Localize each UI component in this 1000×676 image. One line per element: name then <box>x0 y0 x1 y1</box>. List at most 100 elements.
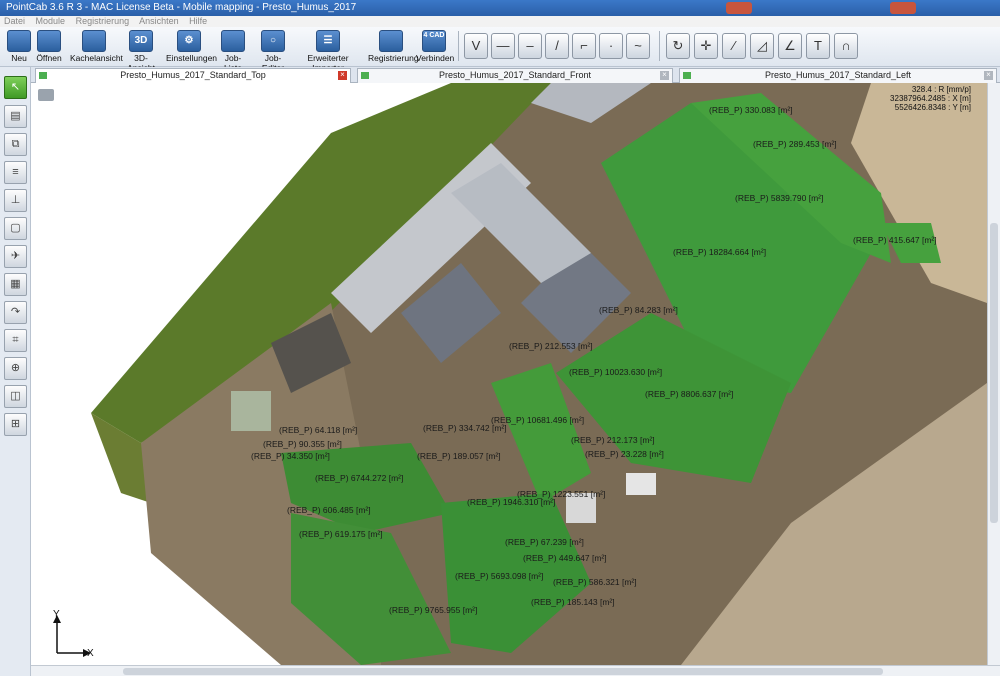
open-button[interactable]: Öffnen <box>36 30 62 66</box>
job-list-icon <box>221 30 245 52</box>
3d-view-button[interactable]: 3D3D-Ansicht <box>122 30 160 73</box>
tile-view-icon <box>82 30 106 52</box>
view-status-icon <box>683 72 691 79</box>
tile-view-button[interactable]: Kachelansicht <box>70 30 123 66</box>
tab-top-view[interactable]: Presto_Humus_2017_Standard_Top × <box>35 68 351 83</box>
menu-bar: Datei Module Registrierung Ansichten Hil… <box>0 16 1000 27</box>
diagonal-tool-icon[interactable]: / <box>545 33 569 59</box>
area-label[interactable]: (REB_P) 330.083 [m²] <box>709 105 793 115</box>
area-label[interactable]: (REB_P) 289.453 [m²] <box>753 139 837 149</box>
area-label[interactable]: (REB_P) 5839.790 [m²] <box>735 193 823 203</box>
coordinate-readout: 328.4 : R [mm/p] 32387964.2485 : X [m] 5… <box>890 85 971 112</box>
menu-ansichten[interactable]: Ansichten <box>139 16 179 26</box>
text-tool-icon[interactable]: T <box>806 33 830 59</box>
3d-view-icon: 3D <box>129 30 153 52</box>
menu-registrierung[interactable]: Registrierung <box>76 16 130 26</box>
point-cloud-viewport[interactable]: 328.4 : R [mm/p] 32387964.2485 : X [m] 5… <box>31 83 987 665</box>
x-axis-label: X <box>87 648 94 659</box>
area-label[interactable]: (REB_P) 34.350 [m²] <box>251 451 330 461</box>
menu-hilfe[interactable]: Hilfe <box>189 16 207 26</box>
job-list-button[interactable]: Job-Liste <box>216 30 250 73</box>
area-label[interactable]: (REB_P) 10023.630 [m²] <box>569 367 662 377</box>
area-label[interactable]: (REB_P) 9765.955 [m²] <box>389 605 477 615</box>
grid-tool-icon[interactable]: ◫ <box>4 385 27 408</box>
v-tool-icon[interactable]: V <box>464 33 488 59</box>
area-label[interactable]: (REB_P) 64.118 [m²] <box>279 425 357 435</box>
area-label[interactable]: (REB_P) 189.057 [m²] <box>417 451 501 461</box>
connect-button[interactable]: 4 CAD Verbinden <box>416 30 454 66</box>
polyline-tool-icon[interactable]: ⌐ <box>572 33 596 59</box>
point-tool-icon[interactable]: · <box>599 33 623 59</box>
scroll-thumb[interactable] <box>990 223 998 523</box>
area-label[interactable]: (REB_P) 185.143 [m²] <box>531 597 615 607</box>
move-tool-icon[interactable]: ✛ <box>694 33 718 59</box>
select-arrow-icon[interactable]: ↖ <box>4 76 27 99</box>
settings-gear-icon: ⚙ <box>177 30 201 52</box>
area-label[interactable]: (REB_P) 606.485 [m²] <box>287 505 371 515</box>
close-tab-icon[interactable]: × <box>660 71 669 80</box>
arrow-tool-icon[interactable]: ↷ <box>4 301 27 324</box>
settings-button[interactable]: ⚙ Einstellungen <box>166 30 217 66</box>
registration-icon <box>379 30 403 52</box>
area-label[interactable]: (REB_P) 619.175 [m²] <box>299 529 383 539</box>
close-window-button-2[interactable] <box>890 2 916 14</box>
toolbar-separator <box>458 31 459 61</box>
close-tab-icon[interactable]: × <box>984 71 993 80</box>
table-tool-icon[interactable]: ▦ <box>4 273 27 296</box>
area-label[interactable]: (REB_P) 90.355 [m²] <box>263 439 342 449</box>
y-coordinate-readout: 5526426.8348 : Y [m] <box>894 103 971 112</box>
area-label[interactable]: (REB_P) 212.553 [m²] <box>509 341 593 351</box>
close-tab-icon[interactable]: × <box>338 71 347 80</box>
vertical-scrollbar[interactable] <box>987 83 1000 665</box>
target-tool-icon[interactable]: ⊕ <box>4 357 27 380</box>
camera-icon[interactable] <box>38 89 54 101</box>
area-label[interactable]: (REB_P) 449.647 [m²] <box>523 553 607 563</box>
dash-tool-icon[interactable]: – <box>518 33 542 59</box>
registration-button[interactable]: Registrierung <box>368 30 419 66</box>
x-coordinate-readout: 32387964.2485 : X [m] <box>890 94 971 103</box>
angle-tool-icon[interactable]: ∠ <box>778 33 802 59</box>
close-window-button[interactable] <box>726 2 752 14</box>
copy-tool-icon[interactable]: ⧉ <box>4 133 27 156</box>
area-label[interactable]: (REB_P) 8806.637 [m²] <box>645 389 733 399</box>
area-label[interactable]: (REB_P) 67.239 [m²] <box>505 537 584 547</box>
mesh-tool-icon[interactable]: ⌗ <box>4 329 27 352</box>
menu-datei[interactable]: Datei <box>4 16 25 26</box>
section-tool-icon[interactable]: ∩ <box>834 33 858 59</box>
left-tool-panel: ↖ ▤ ⧉ ≡ ⊥ ▢ ✈ ▦ ↷ ⌗ ⊕ ◫ ⊞ <box>0 67 31 676</box>
axis-tool-icon[interactable]: ⊥ <box>4 189 27 212</box>
measure-tool-icon[interactable]: ⁄ <box>722 33 746 59</box>
area-label[interactable]: (REB_P) 586.321 [m²] <box>553 577 637 587</box>
extended-importer-button[interactable]: ☰Erweiterter Importer <box>294 30 362 73</box>
area-label[interactable]: (REB_P) 23.228 [m²] <box>585 449 664 459</box>
list-tool-icon[interactable]: ≡ <box>4 161 27 184</box>
rotate-tool-icon[interactable]: ↻ <box>666 33 690 59</box>
curve-tool-icon[interactable]: ~ <box>626 33 650 59</box>
line-tool-icon[interactable]: — <box>491 33 515 59</box>
area-label[interactable]: (REB_P) 18284.664 [m²] <box>673 247 766 257</box>
connect-cad-icon: 4 CAD <box>422 30 446 52</box>
area-tool-icon[interactable]: ◿ <box>750 33 774 59</box>
resolution-readout: 328.4 : R [mm/p] <box>911 85 971 94</box>
area-label[interactable]: (REB_P) 5693.098 [m²] <box>455 571 543 581</box>
plane-tool-icon[interactable]: ✈ <box>4 245 27 268</box>
area-label[interactable]: (REB_P) 415.647 [m²] <box>853 235 937 245</box>
layer-tool-icon[interactable]: ▤ <box>4 105 27 128</box>
new-button[interactable]: Neu <box>6 30 32 66</box>
tab-left-view[interactable]: Presto_Humus_2017_Standard_Left × <box>679 68 997 83</box>
y-axis-label: Y <box>53 609 60 620</box>
cube-tool-icon[interactable]: ▢ <box>4 217 27 240</box>
view-tabs: Presto_Humus_2017_Standard_Top × Presto_… <box>31 67 1000 83</box>
scroll-thumb[interactable] <box>123 668 883 675</box>
split-tool-icon[interactable]: ⊞ <box>4 413 27 436</box>
area-label[interactable]: (REB_P) 1946.310 [m²] <box>467 497 555 507</box>
menu-module[interactable]: Module <box>36 16 66 26</box>
tab-front-view[interactable]: Presto_Humus_2017_Standard_Front × <box>357 68 673 83</box>
area-label[interactable]: (REB_P) 334.742 [m²] <box>423 423 507 433</box>
horizontal-scrollbar[interactable] <box>31 665 1000 676</box>
area-label[interactable]: (REB_P) 6744.272 [m²] <box>315 473 403 483</box>
area-label[interactable]: (REB_P) 84.283 [m²] <box>599 305 678 315</box>
job-editor-button[interactable]: ○Job-Editor <box>254 30 292 73</box>
area-label[interactable]: (REB_P) 212.173 [m²] <box>571 435 655 445</box>
new-icon <box>7 30 31 52</box>
